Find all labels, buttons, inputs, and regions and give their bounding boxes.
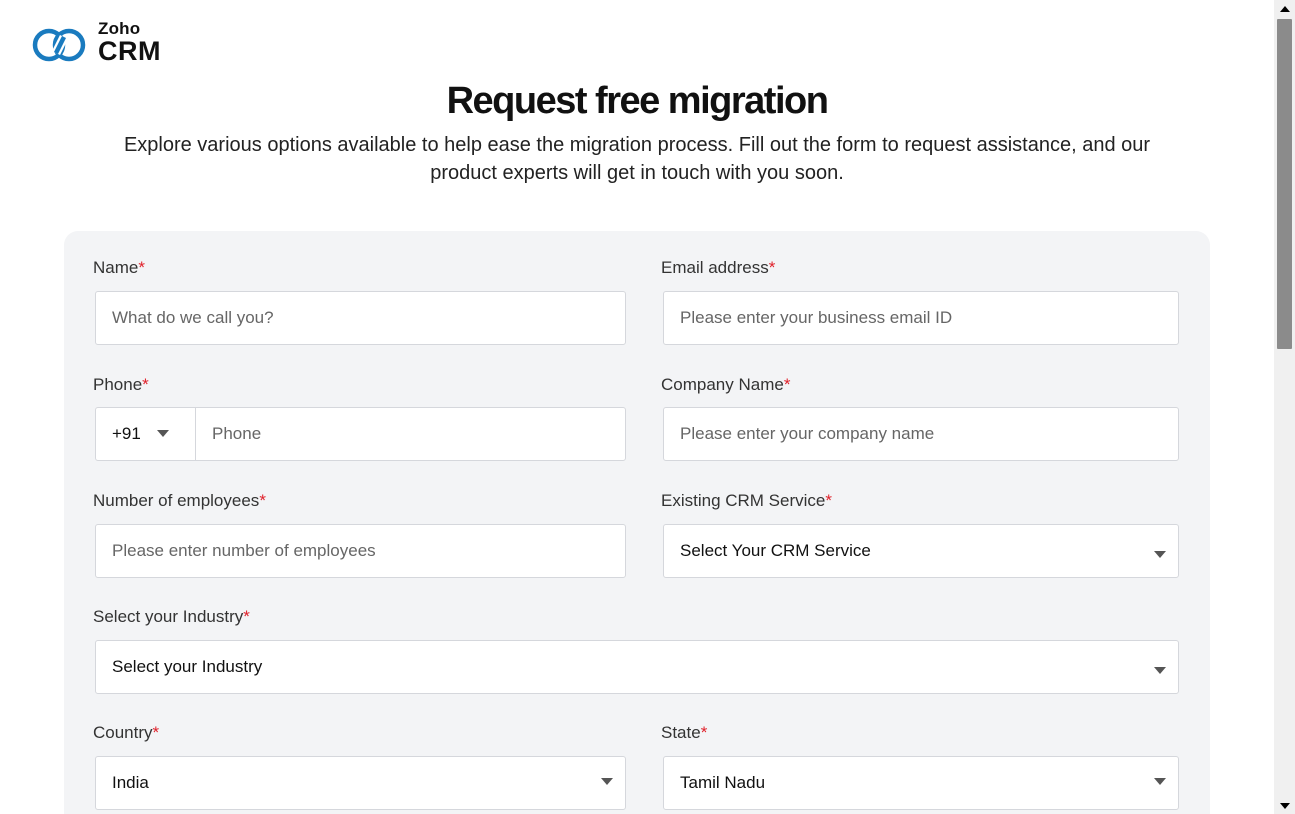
employees-field[interactable] — [95, 524, 626, 578]
chevron-down-icon — [1154, 778, 1166, 785]
email-label: Email address* — [661, 258, 776, 277]
crm-service-label: Existing CRM Service* — [661, 491, 832, 510]
scroll-down-button[interactable] — [1274, 797, 1295, 814]
industry-select[interactable]: Select your Industry — [95, 640, 1179, 694]
arrow-down-icon — [1279, 802, 1290, 809]
industry-label: Select your Industry* — [93, 607, 250, 626]
logo-crm-text: CRM — [98, 36, 161, 66]
employees-label: Number of employees* — [93, 491, 266, 510]
page: Zoho CRM Request free migration Explore … — [0, 0, 1274, 814]
chevron-down-icon — [157, 430, 169, 437]
email-field[interactable] — [663, 291, 1179, 345]
name-field[interactable] — [95, 291, 626, 345]
country-value: India — [112, 773, 149, 792]
scroll-up-button[interactable] — [1274, 0, 1295, 17]
employees-input[interactable] — [96, 525, 625, 577]
crm-service-value: Select Your CRM Service — [680, 541, 871, 560]
state-label: State* — [661, 723, 708, 742]
email-input[interactable] — [664, 292, 1178, 344]
company-label: Company Name* — [661, 375, 791, 394]
company-field[interactable] — [663, 407, 1179, 461]
phone-label: Phone* — [93, 375, 149, 394]
industry-value: Select your Industry — [112, 657, 263, 676]
scrollbar-thumb[interactable] — [1277, 19, 1292, 349]
state-select[interactable]: Tamil Nadu — [663, 756, 1179, 810]
country-select[interactable]: India — [95, 756, 626, 810]
country-label: Country* — [93, 723, 160, 742]
chevron-down-icon — [1154, 667, 1166, 674]
logo-zoho-text: Zoho — [98, 19, 141, 38]
name-label: Name* — [93, 258, 145, 277]
page-title: Request free migration — [446, 80, 829, 122]
country-code-value: +91 — [112, 424, 141, 443]
phone-field: +91 — [95, 407, 626, 461]
company-input[interactable] — [664, 408, 1178, 460]
chevron-down-icon — [601, 778, 613, 785]
phone-input[interactable] — [196, 408, 625, 460]
zoho-crm-logo[interactable]: Zoho CRM — [32, 20, 161, 65]
page-subtitle: Explore various options available to hel… — [123, 134, 1151, 184]
zoho-infinity-icon — [32, 28, 86, 61]
name-input[interactable] — [96, 292, 625, 344]
chevron-down-icon — [1154, 551, 1166, 558]
arrow-up-icon — [1279, 5, 1290, 12]
country-code-dropdown[interactable]: +91 — [96, 408, 196, 460]
crm-service-select[interactable]: Select Your CRM Service — [663, 524, 1179, 578]
vertical-scrollbar[interactable] — [1274, 0, 1295, 814]
migration-form: Name* Email address* Phone* +91 Company … — [64, 231, 1210, 814]
state-value: Tamil Nadu — [680, 773, 766, 792]
